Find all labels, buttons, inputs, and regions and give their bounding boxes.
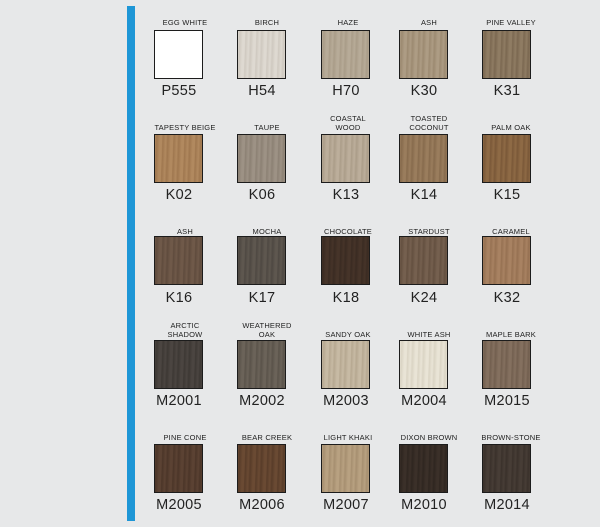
- swatch-sample: [399, 444, 448, 493]
- swatch-code: M2014: [484, 497, 530, 513]
- swatch-card: DIXON BROWN M2010: [384, 0, 474, 527]
- swatch-card: PINE CONE M2005: [140, 0, 230, 527]
- swatch-sample: [321, 444, 370, 493]
- swatch-code: M2006: [239, 497, 285, 513]
- swatch-code: M2010: [401, 497, 447, 513]
- swatch-code: M2005: [156, 497, 202, 513]
- swatch-name: DIXON BROWN: [400, 433, 458, 442]
- swatch-name: BROWN-STONE: [481, 433, 541, 442]
- swatch-card: BROWN-STONE M2014: [466, 0, 556, 527]
- swatch-sample: [482, 444, 531, 493]
- swatch-sample: [237, 444, 286, 493]
- swatch-grid: EGG WHITE P555 BIRCH H54 HAZE H70 ASH K30 PINE V…: [140, 0, 600, 527]
- swatch-name: LIGHT KHAKI: [323, 433, 373, 442]
- swatch-name: BEAR CREEK: [241, 433, 293, 442]
- swatch-sample: [154, 444, 203, 493]
- swatch-card: LIGHT KHAKI M2007: [303, 0, 393, 527]
- swatch-card: BEAR CREEK M2006: [222, 0, 312, 527]
- swatch-name: PINE CONE: [163, 433, 207, 442]
- swatch-code: M2007: [323, 497, 369, 513]
